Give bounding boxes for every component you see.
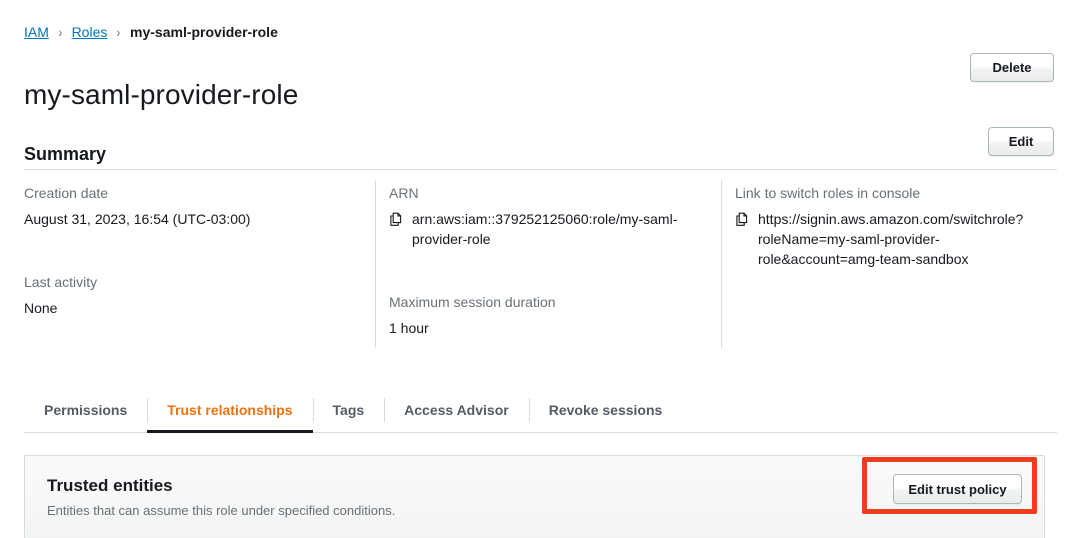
field-label: Link to switch roles in console [735, 185, 921, 201]
summary-divider [24, 169, 1057, 170]
tab-trust-relationships[interactable]: Trust relationships [147, 387, 313, 433]
tab-label: Trust relationships [167, 402, 293, 418]
field-last-activity: Last activity None [24, 272, 361, 318]
summary-column-1: Creation date August 31, 2023, 16:54 (UT… [24, 183, 375, 338]
tab-list: Permissions Trust relationships Tags Acc… [24, 387, 1057, 433]
tab-bar: Permissions Trust relationships Tags Acc… [24, 387, 1057, 433]
field-label: Last activity [24, 274, 98, 290]
field-spacer [389, 249, 707, 292]
summary-column-3: Link to switch roles in console https://… [721, 180, 1057, 348]
tab-label: Permissions [44, 402, 128, 418]
delete-button[interactable]: Delete [970, 53, 1054, 82]
breadcrumb-item-iam[interactable]: IAM [24, 22, 49, 42]
summary-grid: Creation date August 31, 2023, 16:54 (UT… [24, 180, 1057, 348]
field-value: August 31, 2023, 16:54 (UTC-03:00) [24, 211, 251, 227]
copy-icon[interactable] [389, 212, 403, 227]
breadcrumb-item-roles[interactable]: Roles [72, 22, 108, 42]
field-value: 1 hour [389, 320, 429, 336]
breadcrumb-separator-icon: › [116, 24, 121, 40]
field-label: Creation date [24, 185, 109, 201]
breadcrumb: IAM › Roles › my-saml-provider-role [24, 22, 278, 42]
tab-label: Revoke sessions [548, 402, 663, 418]
panel-heading: Trusted entities [47, 476, 173, 495]
field-arn: ARN arn:aws:iam::379252125060:role/my-sa… [389, 183, 707, 249]
tab-revoke-sessions[interactable]: Revoke sessions [528, 387, 683, 433]
tab-access-advisor[interactable]: Access Advisor [384, 387, 529, 433]
tab-permissions[interactable]: Permissions [24, 387, 147, 433]
field-value: https://signin.aws.amazon.com/switchrole… [758, 211, 1024, 267]
panel-actions: Edit trust policy [893, 474, 1022, 504]
field-value-row: arn:aws:iam::379252125060:role/my-saml-p… [389, 209, 707, 249]
tab-tags[interactable]: Tags [312, 387, 385, 433]
page-title: my-saml-provider-role [24, 78, 299, 110]
iam-role-detail-page: IAM › Roles › my-saml-provider-role my-s… [0, 0, 1081, 538]
field-switch-role-link: Link to switch roles in console https://… [735, 183, 1043, 269]
tab-label: Tags [332, 402, 365, 418]
field-maximum-session-duration: Maximum session duration 1 hour [389, 292, 707, 338]
field-value: None [24, 300, 58, 316]
edit-button[interactable]: Edit [988, 127, 1054, 156]
field-value: arn:aws:iam::379252125060:role/my-saml-p… [412, 211, 678, 247]
field-label: ARN [389, 185, 419, 201]
trusted-entities-panel: Trusted entities Entities that can assum… [24, 455, 1045, 538]
panel-description: Entities that can assume this role under… [47, 503, 396, 518]
copy-icon[interactable] [735, 212, 749, 227]
panel-header: Trusted entities Entities that can assum… [25, 456, 1044, 538]
field-spacer [24, 229, 361, 272]
breadcrumb-separator-icon: › [58, 24, 63, 40]
edit-trust-policy-button[interactable]: Edit trust policy [893, 474, 1022, 504]
summary-column-2: ARN arn:aws:iam::379252125060:role/my-sa… [375, 180, 721, 348]
tab-label: Access Advisor [404, 402, 509, 418]
field-label: Maximum session duration [389, 294, 556, 310]
summary-heading: Summary [24, 143, 107, 164]
field-creation-date: Creation date August 31, 2023, 16:54 (UT… [24, 183, 361, 229]
field-value-row: https://signin.aws.amazon.com/switchrole… [735, 209, 1043, 269]
breadcrumb-item-current: my-saml-provider-role [130, 24, 278, 40]
